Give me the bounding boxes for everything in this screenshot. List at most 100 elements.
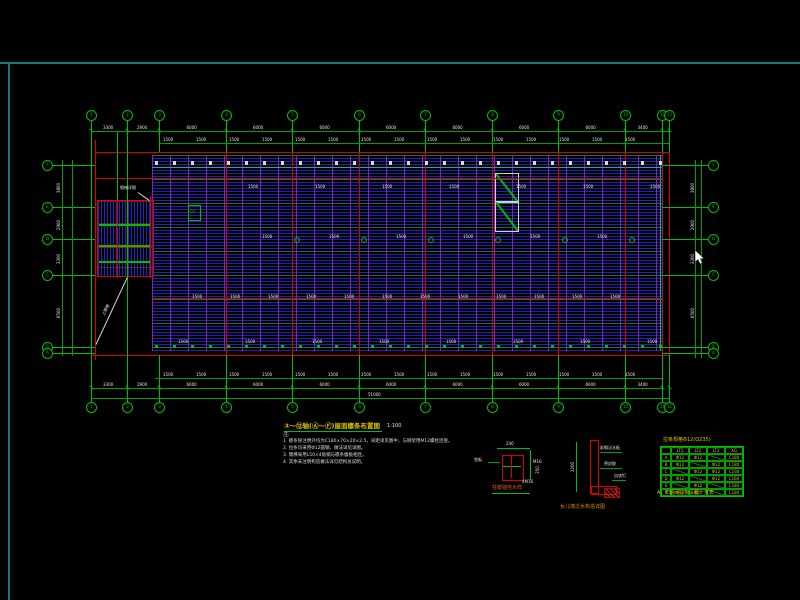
purlin-spacing-label: 1500 [315, 185, 325, 189]
dim-value: 6000 [320, 126, 330, 130]
drawing-scale: 1:100 [387, 424, 401, 429]
purlin-marker [587, 345, 590, 348]
purlin-spacing-label: 1500 [597, 235, 607, 239]
dim-value: 1500 [295, 138, 305, 142]
dim-value: 2900 [137, 383, 147, 387]
axis-stub-top [662, 120, 663, 152]
dim-value: 6000 [453, 383, 463, 387]
dim-value: 6000 [187, 383, 197, 387]
note-item: 1. 檩条除注明外均为C180×70×20×2.5，间距详见图中，与刚架用M12… [283, 440, 452, 445]
table-cell: Φ12 [707, 468, 725, 475]
table-cell: D [661, 475, 671, 482]
table-cell [707, 454, 725, 461]
dim-value: 1500 [394, 373, 404, 377]
brace-circle [361, 237, 367, 243]
note-item: 3. 隅撑采用L50×4角钢与檩条腹板相连。 [283, 454, 367, 459]
dim-line [159, 143, 669, 144]
purlin-marker [569, 345, 572, 348]
brace-circle [562, 237, 568, 243]
dim-value: 6500 [691, 308, 695, 318]
dim-value: 3300 [103, 126, 113, 130]
purlin-spacing-label: 1500 [496, 295, 506, 299]
purlin-spacing-label: 1500 [610, 295, 620, 299]
dim-value: 1500 [262, 373, 272, 377]
dim-value: 3800 [57, 183, 61, 193]
table-cell: Φ12 [671, 461, 689, 468]
purlin-marker [425, 345, 428, 348]
table-cell: C160 [725, 475, 743, 482]
red-frame-horizontal [91, 355, 670, 356]
purlin-marker [479, 161, 482, 165]
note-item: 2. 拉条均采用Φ12圆钢，做法详见详图。 [283, 447, 366, 452]
axis-bubble-top: 1 [86, 110, 97, 121]
dim-line [62, 160, 63, 356]
axis-bubble-bottom: 6 [354, 402, 365, 413]
purlin-marker [515, 345, 518, 348]
dim-value: 1500 [196, 373, 206, 377]
dim-line [91, 398, 669, 399]
dim-value: 1500 [625, 138, 635, 142]
purlin-marker [317, 161, 320, 165]
row-bubble-left: E [42, 202, 53, 213]
dim-value: 6000 [253, 126, 263, 130]
red-frame-vertical [150, 196, 151, 278]
table-cell: C180 [725, 461, 743, 468]
purlin-spacing-label: 1500 [382, 185, 392, 189]
axis-stub-bottom [662, 355, 663, 402]
table-title: 拉条规格Φ12(Q235) [663, 438, 711, 443]
axis-bubble-bottom: 9 [553, 402, 564, 413]
purlin-marker [659, 345, 662, 348]
purlin-marker [605, 161, 608, 165]
detail1-caption: 柱脚锚栓大样 [492, 486, 522, 491]
dim-value: 1500 [163, 373, 173, 377]
table-cell [661, 447, 671, 454]
dim-value: 1500 [295, 373, 305, 377]
frame-left-line [8, 63, 10, 600]
red-frame-vertical [662, 138, 663, 382]
purlin-spacing-label: 1500 [513, 340, 523, 344]
axis-bubble-top: 10 [620, 110, 631, 121]
purlin-marker [407, 161, 410, 165]
purlin-spacing-label: 1500 [534, 295, 544, 299]
table-cell: Φ12 [671, 454, 689, 461]
dim-value: 1500 [559, 373, 569, 377]
dim-value: 1500 [526, 373, 536, 377]
frame-top-line [0, 62, 800, 64]
row-bubble-right: F [708, 160, 719, 171]
purlin-marker [299, 161, 302, 165]
detail2-label-2: 自攻钉 [614, 474, 626, 478]
table-cell [671, 482, 689, 489]
table-cell: C [661, 468, 671, 475]
detail1-label-right: M16 [533, 460, 542, 464]
axis-stub-top [558, 120, 559, 152]
purlin-spacing-label: 1500 [379, 340, 389, 344]
cad-drawing-canvas[interactable]: 112233445566778899101011111212FFEEDDCCBB… [0, 0, 800, 600]
dim-value: 1500 [427, 373, 437, 377]
axis-bubble-top: 3 [154, 110, 165, 121]
dim-value: 1500 [427, 138, 437, 142]
purlin-marker [263, 161, 266, 165]
detail1-label-left: 垫板 [474, 458, 482, 462]
dim-line [72, 160, 73, 356]
axis-stub-top [127, 120, 128, 152]
row-leader-left [52, 347, 95, 348]
red-frame-horizontal [95, 178, 662, 179]
dim-value: 1500 [493, 373, 503, 377]
purlin-spacing-label: 1500 [516, 185, 526, 189]
dim-value: 6000 [386, 126, 396, 130]
red-frame-vertical [669, 138, 670, 382]
purlin-spacing-label: 1500 [420, 295, 430, 299]
purlin-marker [641, 161, 644, 165]
red-frame-vertical [625, 152, 626, 355]
note-item: 4. 其余未注明构造做法详见结构总说明。 [283, 461, 365, 466]
dim-value: 6000 [586, 383, 596, 387]
table-cell: Φ12 [707, 475, 725, 482]
purlin-spacing-label: 1500 [396, 235, 406, 239]
purlin-spacing-label: 1500 [245, 340, 255, 344]
purlin-marker [155, 161, 158, 165]
row-bubble-right: A [708, 348, 719, 359]
axis-stub-top [292, 120, 293, 152]
stair-band [99, 224, 150, 226]
table-cell: B [661, 461, 671, 468]
row-bubble-right: E [708, 202, 719, 213]
